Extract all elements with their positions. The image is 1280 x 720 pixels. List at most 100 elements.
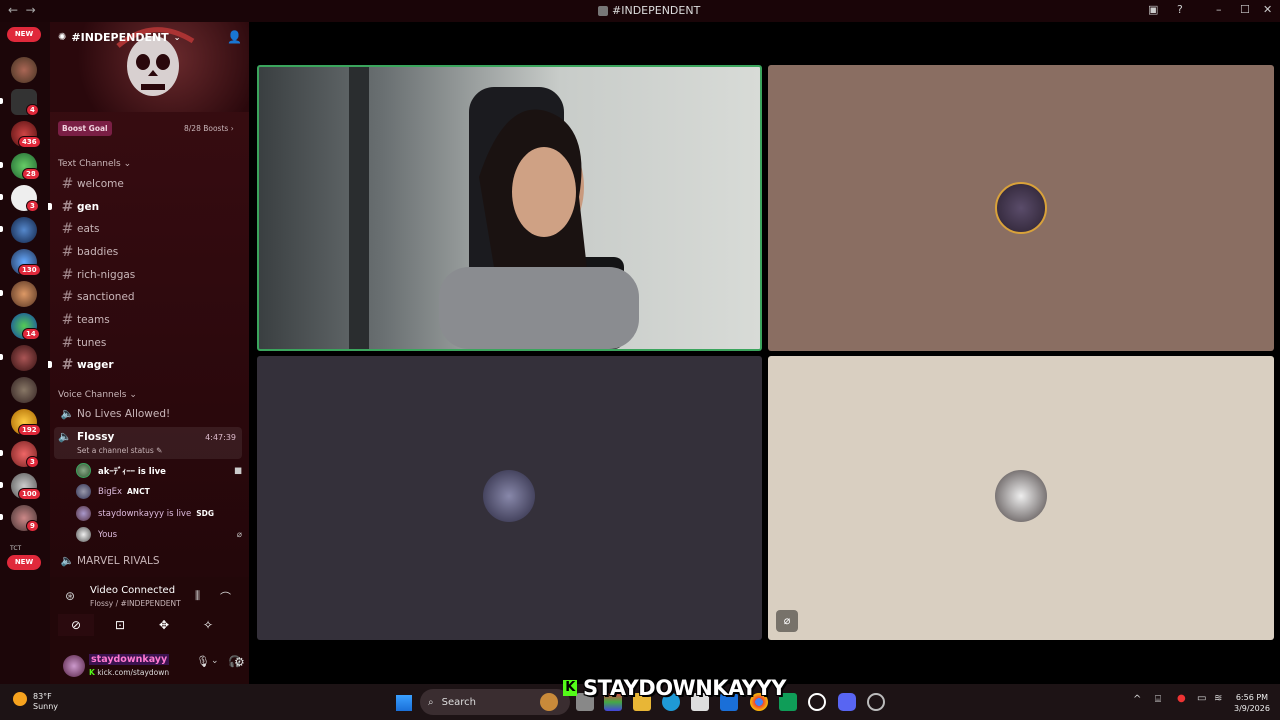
voice-user[interactable]: Yous ⌀ xyxy=(76,525,242,544)
wifi-icon[interactable]: ≋ xyxy=(1214,693,1222,704)
help-icon[interactable]: ? xyxy=(1177,3,1183,16)
speaker-icon: 🔈 xyxy=(60,554,75,567)
display-icon[interactable]: ▭ xyxy=(1197,693,1206,704)
channel-teams[interactable]: # teams xyxy=(58,309,242,330)
video-tile-avatar[interactable] xyxy=(768,65,1274,351)
avatar xyxy=(76,527,91,542)
hash-icon: # xyxy=(61,334,74,351)
network-icon[interactable]: ⌸ xyxy=(1155,694,1161,705)
connection-signal-icon: ⊛ xyxy=(65,589,76,603)
hash-icon: # xyxy=(61,175,74,192)
channel-baddies[interactable]: # baddies xyxy=(58,241,242,262)
user-status: K kick.com/staydown xyxy=(89,668,170,677)
mic-icon[interactable]: 🎙 xyxy=(196,655,210,668)
channel-tunes[interactable]: # tunes xyxy=(58,332,242,353)
kick-logo-icon: K xyxy=(563,680,577,696)
unread-pip xyxy=(0,226,3,232)
unread-pip xyxy=(0,354,3,360)
video-stage: ⌀ xyxy=(250,22,1280,684)
chevron-down-icon: ⌄ xyxy=(173,33,181,42)
unread-badge: 3 xyxy=(26,456,39,468)
video-tile-camera[interactable] xyxy=(257,65,762,351)
voice-channels-category[interactable]: Voice Channels ⌄ xyxy=(58,390,137,400)
windows-start-icon[interactable] xyxy=(396,695,412,711)
channel-welcome[interactable]: # welcome xyxy=(58,173,242,194)
close-icon[interactable]: ✕ xyxy=(1263,3,1272,16)
weather-widget[interactable]: 83°F Sunny xyxy=(33,692,58,712)
app-icon[interactable] xyxy=(808,693,826,711)
voice-channel-marvel-rivals[interactable]: 🔈 MARVEL RIVALS xyxy=(58,550,242,571)
new-badge: NEW xyxy=(7,27,41,42)
mic-muted-icon: ⌀ xyxy=(236,529,242,540)
text-channels-category[interactable]: Text Channels ⌄ xyxy=(58,159,131,169)
server-icon[interactable] xyxy=(11,217,37,243)
user-avatar[interactable] xyxy=(63,655,85,677)
activities-button[interactable]: ✥ xyxy=(146,614,182,636)
boost-goal-badge[interactable]: Boost Goal xyxy=(58,121,112,136)
server-rail: NEW 4 436 28 3 130 14 192 3 100 9 TCT NE… xyxy=(0,22,50,684)
new-badge: NEW xyxy=(7,555,41,570)
connection-location[interactable]: Flossy / #INDEPENDENT xyxy=(90,599,181,608)
unread-dot xyxy=(48,203,52,210)
share-screen-button[interactable]: ⊡ xyxy=(102,614,138,636)
channel-sanctioned[interactable]: # sanctioned xyxy=(58,286,242,307)
unread-pip xyxy=(0,514,3,520)
channel-rich-niggas[interactable]: # rich-niggas xyxy=(58,264,242,285)
unread-dot xyxy=(48,361,52,368)
discord-icon[interactable] xyxy=(838,693,856,711)
tray-overflow-icon[interactable]: ^ xyxy=(1133,694,1141,705)
minimize-icon[interactable]: – xyxy=(1216,3,1222,16)
invite-people-icon[interactable]: 👤 xyxy=(227,30,242,44)
camera-off-button[interactable]: ⊘ xyxy=(58,614,94,636)
boost-count[interactable]: 8/28 Boosts › xyxy=(184,124,234,133)
channel-gen[interactable]: # gen xyxy=(48,196,242,217)
video-tile-avatar[interactable] xyxy=(257,356,762,640)
app-icon[interactable] xyxy=(867,693,885,711)
participant-avatar xyxy=(483,470,535,522)
channel-eats[interactable]: # eats xyxy=(58,218,242,239)
participant-avatar xyxy=(995,182,1047,234)
unread-pip xyxy=(0,98,3,104)
server-icon[interactable] xyxy=(11,345,37,371)
hash-icon: # xyxy=(61,198,74,215)
hash-icon: # xyxy=(61,243,74,260)
video-tile-avatar[interactable]: ⌀ xyxy=(768,356,1274,640)
call-timer: 4:47:39 xyxy=(205,433,236,442)
system-clock[interactable]: 6:56 PM 3/9/2026 xyxy=(1234,692,1270,714)
voice-user[interactable]: akｰﾃﾞｨｰｰ is live ■ xyxy=(76,461,242,480)
guild-tag: ANCT xyxy=(127,487,150,496)
screen-share-icon[interactable]: ▣ xyxy=(1148,3,1158,16)
disconnect-icon[interactable]: ⌒ xyxy=(220,589,231,605)
username[interactable]: staydownkayy xyxy=(89,654,170,665)
unread-badge: 14 xyxy=(22,328,40,340)
back-forward-icons[interactable]: ← → xyxy=(8,3,36,17)
channel-status[interactable]: Set a channel status ✎ xyxy=(77,446,162,455)
server-folder-label[interactable]: TCT xyxy=(10,545,21,552)
voice-channel-flossy[interactable]: 🔈 Flossy 4:47:39 Set a channel status ✎ xyxy=(54,427,242,459)
speaker-icon: 🔈 xyxy=(60,407,75,420)
unread-pip xyxy=(0,450,3,456)
participant-avatar xyxy=(995,470,1047,522)
voice-channel-no-lives-allowed[interactable]: 🔈 No Lives Allowed! xyxy=(58,403,242,424)
voice-user[interactable]: BigEx ANCT xyxy=(76,482,242,501)
channel-wager[interactable]: # wager xyxy=(48,354,242,375)
unread-badge: 28 xyxy=(22,168,40,180)
search-icon: ⌕ xyxy=(428,696,434,708)
channel-sidebar: ✺ #INDEPENDENT ⌄ 👤 Boost Goal 8/28 Boost… xyxy=(48,22,249,706)
server-icon[interactable] xyxy=(11,57,37,83)
settings-gear-icon[interactable]: ⚙ xyxy=(234,655,245,669)
camera-icon: ■ xyxy=(233,465,242,476)
noise-suppression-icon[interactable]: ⫼ xyxy=(195,589,200,603)
hash-icon: # xyxy=(61,288,74,305)
widget-icon[interactable] xyxy=(540,693,558,711)
server-icon[interactable] xyxy=(11,281,37,307)
microphone-icon[interactable]: ● xyxy=(1177,693,1186,704)
server-icon[interactable] xyxy=(11,377,37,403)
chevron-down-icon[interactable]: ⌄ xyxy=(211,656,219,666)
maximize-icon[interactable]: ☐ xyxy=(1240,3,1250,16)
voice-user[interactable]: staydownkayyy is live SDG xyxy=(76,504,242,523)
unread-badge: 436 xyxy=(18,136,41,148)
hash-icon: # xyxy=(61,266,74,283)
soundboard-button[interactable]: ✧ xyxy=(190,614,226,636)
server-name-header[interactable]: ✺ #INDEPENDENT ⌄ xyxy=(58,31,180,44)
